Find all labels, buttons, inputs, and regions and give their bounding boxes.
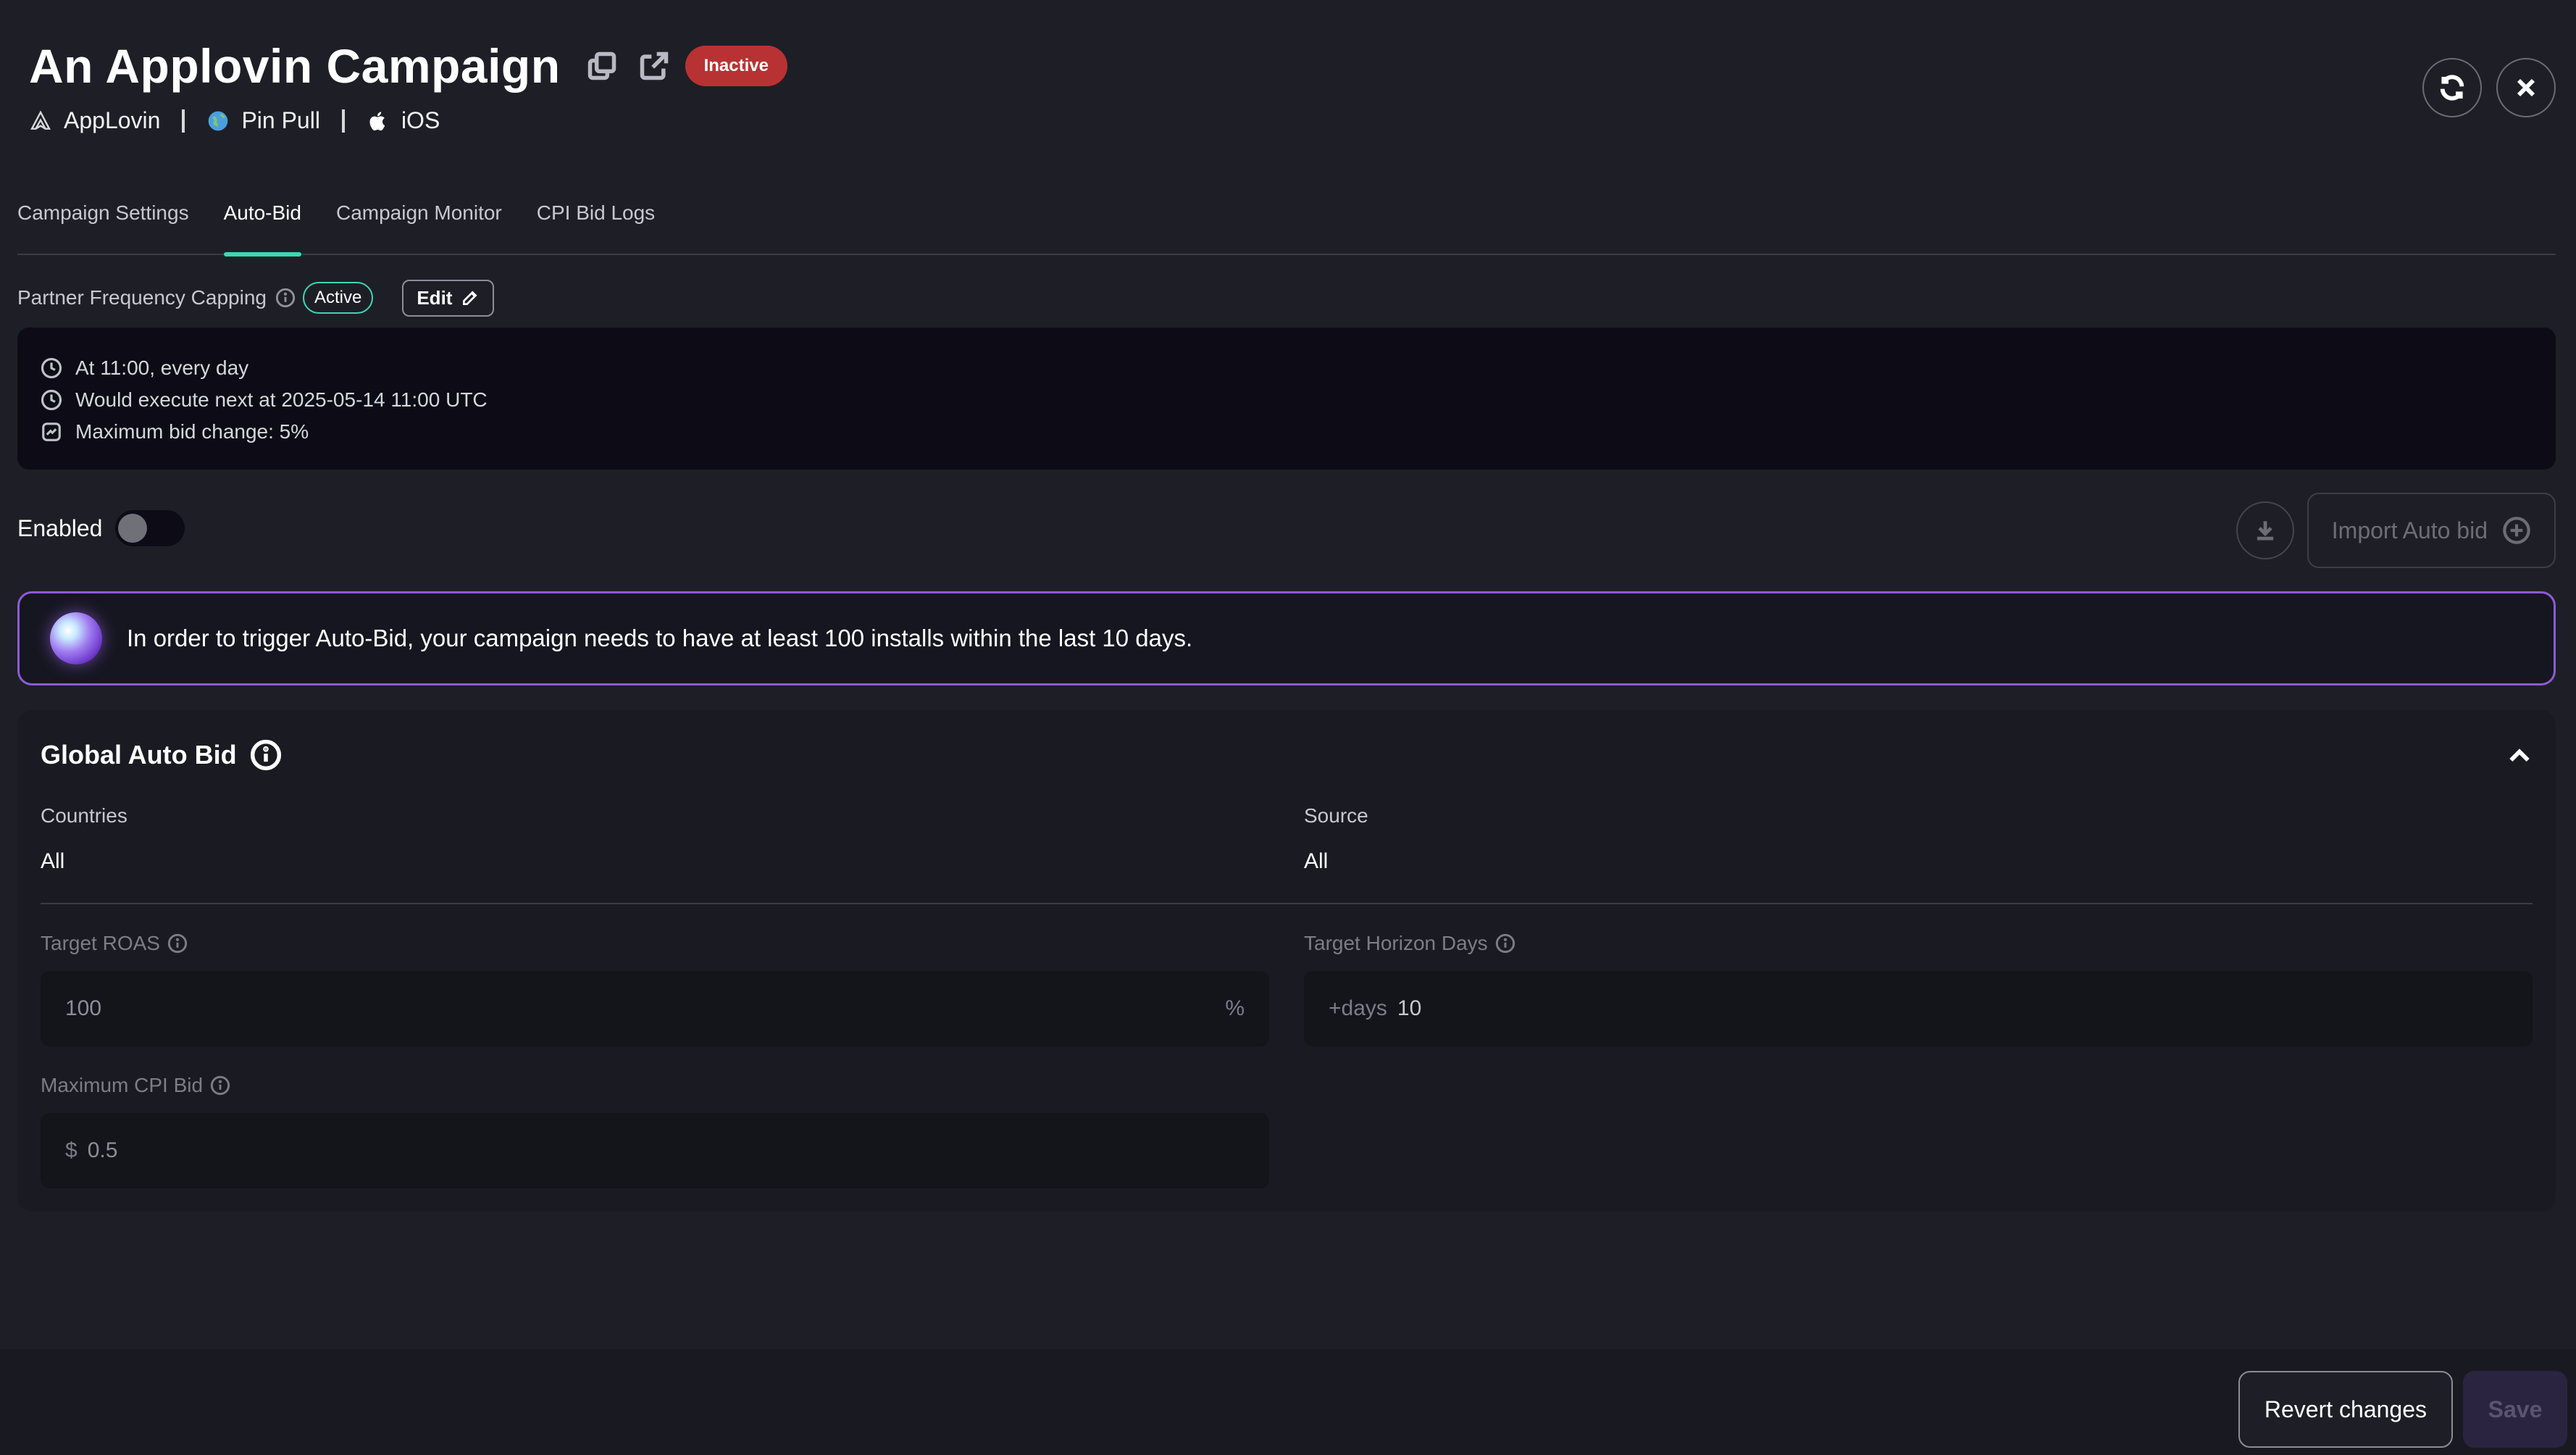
target-roas-label: Target ROAS — [41, 932, 188, 955]
close-icon — [2517, 78, 2535, 97]
max-cpi-value: 0.5 — [87, 1138, 118, 1162]
toggle-knob — [118, 514, 148, 543]
max-cpi-label-text: Maximum CPI Bid — [41, 1074, 204, 1096]
notice-text: In order to trigger Auto-Bid, your campa… — [127, 625, 1193, 651]
target-horizon-value: 10 — [1397, 996, 1422, 1020]
header-actions — [2422, 58, 2556, 117]
status-badge: Inactive — [685, 46, 787, 86]
campaign-header: An Applovin Campaign Inactive AppLovin P… — [29, 35, 2547, 136]
max-cpi-input[interactable]: $ 0.5 — [41, 1113, 1269, 1188]
tab-auto-bid[interactable]: Auto-Bid — [223, 188, 302, 257]
page-title: An Applovin Campaign — [29, 39, 561, 93]
clock-icon — [41, 357, 62, 379]
days-prefix: +days — [1329, 996, 1387, 1020]
info-icon[interactable] — [1495, 933, 1515, 954]
campaign-meta: AppLovin Pin Pull iOS — [29, 107, 2547, 134]
edit-label: Edit — [417, 286, 453, 309]
tab-campaign-settings[interactable]: Campaign Settings — [17, 188, 189, 255]
tab-cpi-bid-logs[interactable]: CPI Bid Logs — [537, 188, 655, 255]
globe-icon — [209, 111, 228, 130]
trend-icon — [42, 422, 61, 441]
chevron-up-icon[interactable] — [2505, 742, 2534, 775]
countries-value[interactable]: All — [41, 849, 64, 874]
tab-campaign-monitor[interactable]: Campaign Monitor — [336, 188, 502, 255]
save-button[interactable]: Save — [2463, 1371, 2567, 1448]
plus-circle-icon — [2503, 517, 2530, 544]
schedule-text: Would execute next at 2025-05-14 11:00 U… — [75, 388, 488, 411]
schedule-line: At 11:00, every day — [41, 352, 2533, 384]
clock-icon — [41, 389, 62, 411]
copy-icon[interactable] — [584, 48, 620, 84]
countries-label: Countries — [41, 804, 127, 827]
network-label: AppLovin — [64, 107, 161, 133]
enabled-row: Enabled — [17, 510, 185, 546]
tab-bar: Campaign Settings Auto-Bid Campaign Moni… — [17, 188, 2556, 257]
import-auto-bid-button[interactable]: Import Auto bid — [2307, 493, 2556, 568]
frequency-status-badge: Active — [302, 282, 374, 314]
target-horizon-input[interactable]: +days 10 — [1304, 971, 2533, 1046]
enabled-toggle[interactable] — [115, 510, 185, 546]
card-header: Global Auto Bid — [41, 739, 282, 771]
percent-suffix: % — [1225, 996, 1245, 1020]
download-button[interactable] — [2236, 501, 2294, 559]
orb-icon — [50, 612, 102, 664]
close-button[interactable] — [2496, 58, 2556, 117]
refresh-icon — [2440, 75, 2464, 101]
refresh-button[interactable] — [2422, 58, 2482, 117]
frequency-capping-label: Partner Frequency Capping — [17, 286, 267, 309]
auto-bid-page: An Applovin Campaign Inactive AppLovin P… — [0, 0, 2576, 1455]
target-horizon-label-text: Target Horizon Days — [1304, 932, 1488, 954]
applovin-icon — [30, 109, 51, 130]
download-icon — [2257, 521, 2273, 541]
schedule-summary: At 11:00, every day Would execute next a… — [17, 328, 2556, 470]
network-item: AppLovin — [29, 107, 160, 134]
target-horizon-label: Target Horizon Days — [1304, 932, 1515, 955]
edit-button[interactable]: Edit — [402, 279, 495, 317]
target-roas-value: 100 — [65, 996, 102, 1020]
schedule-text: Maximum bid change: 5% — [75, 420, 309, 443]
platform-label: iOS — [401, 107, 440, 133]
import-label: Import Auto bid — [2331, 517, 2488, 543]
title-row: An Applovin Campaign Inactive — [29, 35, 2547, 97]
target-roas-label-text: Target ROAS — [41, 932, 160, 954]
schedule-text: At 11:00, every day — [75, 357, 249, 379]
apple-icon — [369, 111, 385, 130]
source-label: Source — [1304, 804, 1368, 827]
platform-item: iOS — [367, 107, 440, 134]
divider — [41, 903, 2533, 904]
enabled-label: Enabled — [17, 514, 103, 541]
frequency-capping-row: Partner Frequency Capping Active Edit — [17, 279, 495, 317]
schedule-line: Maximum bid change: 5% — [41, 416, 2533, 448]
info-icon[interactable] — [275, 288, 296, 308]
card-title: Global Auto Bid — [41, 740, 237, 770]
auto-bid-notice: In order to trigger Auto-Bid, your campa… — [17, 591, 2556, 685]
info-icon[interactable] — [167, 933, 188, 954]
import-area: Import Auto bid — [2236, 493, 2556, 568]
app-label: Pin Pull — [241, 107, 320, 133]
external-link-icon[interactable] — [636, 48, 672, 84]
pencil-icon — [463, 291, 477, 306]
max-cpi-label: Maximum CPI Bid — [41, 1074, 230, 1097]
dollar-prefix: $ — [65, 1138, 78, 1162]
revert-changes-button[interactable]: Revert changes — [2238, 1371, 2453, 1448]
source-value[interactable]: All — [1304, 849, 1328, 874]
app-item: Pin Pull — [206, 107, 320, 134]
info-icon[interactable] — [210, 1075, 230, 1096]
separator — [182, 109, 185, 133]
global-auto-bid-card: Global Auto Bid Countries All Source All… — [17, 710, 2556, 1212]
target-roas-input[interactable]: 100 % — [41, 971, 1269, 1046]
separator — [341, 109, 345, 133]
footer-bar: Revert changes Save — [0, 1349, 2576, 1455]
info-icon[interactable] — [250, 739, 282, 771]
schedule-line: Would execute next at 2025-05-14 11:00 U… — [41, 384, 2533, 416]
